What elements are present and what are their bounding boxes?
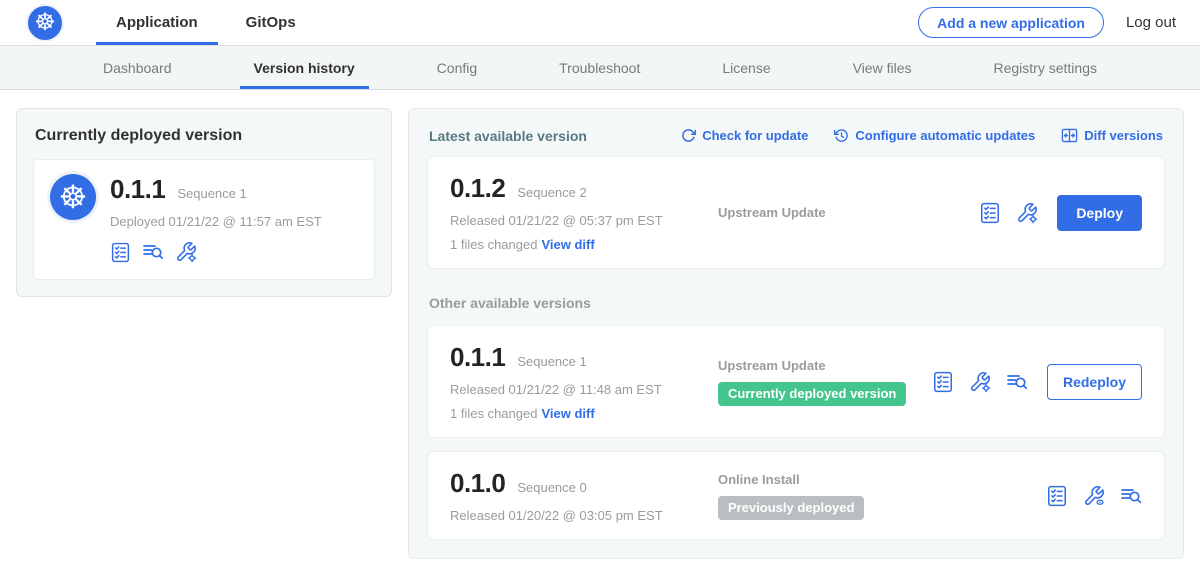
redeploy-button[interactable]: Redeploy	[1047, 364, 1142, 400]
preflight-checklist-icon[interactable]	[110, 242, 131, 263]
currently-deployed-panel: Currently deployed version ☸ 0.1.1 Seque…	[16, 108, 392, 297]
version-number: 0.1.1	[450, 342, 505, 373]
version-source-label: Upstream Update	[718, 358, 912, 373]
add-application-button[interactable]: Add a new application	[918, 7, 1104, 38]
currently-deployed-badge: Currently deployed version	[718, 382, 906, 406]
check-for-update-label: Check for update	[702, 128, 808, 143]
tab-gitops-label: GitOps	[246, 14, 296, 31]
edit-config-wrench-icon[interactable]	[175, 241, 197, 263]
top-bar: ☸ Application GitOps Add a new applicati…	[0, 0, 1200, 46]
subtab-troubleshoot[interactable]: Troubleshoot	[545, 46, 654, 89]
version-card-0-1-1: 0.1.1 Sequence 1 Released 01/21/22 @ 11:…	[427, 325, 1165, 438]
configure-automatic-updates-link[interactable]: Configure automatic updates	[834, 128, 1035, 143]
app-sub-nav: Dashboard Version history Config Trouble…	[0, 46, 1200, 90]
diff-versions-link[interactable]: Diff versions	[1061, 127, 1163, 144]
tab-application-label: Application	[116, 14, 198, 31]
available-versions-panel: Latest available version Check for updat…	[408, 108, 1184, 559]
version-number: 0.1.2	[450, 173, 505, 204]
deploy-button[interactable]: Deploy	[1057, 195, 1142, 231]
version-sequence: Sequence 0	[517, 480, 586, 495]
latest-available-title: Latest available version	[429, 128, 587, 144]
released-timestamp: Released 01/20/22 @ 03:05 pm EST	[450, 508, 718, 523]
update-schedule-icon	[834, 128, 849, 143]
logout-link[interactable]: Log out	[1126, 14, 1176, 31]
previously-deployed-badge: Previously deployed	[718, 496, 864, 520]
preflight-checklist-icon[interactable]	[1046, 485, 1068, 507]
deployed-timestamp: Deployed 01/21/22 @ 11:57 am EST	[110, 214, 322, 229]
view-logs-icon[interactable]	[1006, 371, 1028, 393]
files-changed-label: 1 files changed	[450, 237, 537, 252]
configure-automatic-updates-label: Configure automatic updates	[855, 128, 1035, 143]
version-card-0-1-2: 0.1.2 Sequence 2 Released 01/21/22 @ 05:…	[427, 156, 1165, 269]
preflight-checklist-icon[interactable]	[979, 202, 1001, 224]
app-icon: ☸	[50, 174, 96, 220]
check-for-update-link[interactable]: Check for update	[681, 128, 808, 143]
released-timestamp: Released 01/21/22 @ 05:37 pm EST	[450, 213, 718, 228]
edit-config-wrench-icon[interactable]	[1016, 202, 1038, 224]
diff-icon	[1061, 127, 1078, 144]
version-sequence: Sequence 2	[517, 185, 586, 200]
released-timestamp: Released 01/21/22 @ 11:48 am EST	[450, 382, 718, 397]
currently-deployed-title: Currently deployed version	[35, 127, 375, 145]
subtab-config[interactable]: Config	[423, 46, 491, 89]
view-logs-icon[interactable]	[142, 241, 164, 263]
refresh-icon	[681, 128, 696, 143]
preflight-checklist-icon[interactable]	[932, 371, 954, 393]
version-history-page: Currently deployed version ☸ 0.1.1 Seque…	[0, 90, 1200, 564]
tab-application[interactable]: Application	[96, 0, 218, 45]
subtab-version-history[interactable]: Version history	[240, 46, 369, 89]
top-nav: Application GitOps	[96, 0, 316, 45]
files-changed-label: 1 files changed	[450, 406, 537, 421]
version-card-0-1-0: 0.1.0 Sequence 0 Released 01/20/22 @ 03:…	[427, 451, 1165, 540]
kubernetes-logo-icon: ☸	[28, 6, 62, 40]
subtab-view-files[interactable]: View files	[839, 46, 926, 89]
view-diff-link[interactable]: View diff	[541, 406, 594, 421]
app-logo: ☸	[28, 0, 62, 45]
deployed-version-number: 0.1.1	[110, 174, 165, 205]
tab-gitops[interactable]: GitOps	[226, 0, 316, 45]
edit-config-wrench-icon[interactable]	[969, 371, 991, 393]
view-logs-icon[interactable]	[1120, 485, 1142, 507]
subtab-license[interactable]: License	[708, 46, 784, 89]
deployed-version-card: ☸ 0.1.1 Sequence 1 Deployed 01/21/22 @ 1…	[33, 159, 375, 280]
version-source-label: Online Install	[718, 472, 1026, 487]
diff-versions-label: Diff versions	[1084, 128, 1163, 143]
view-config-wrench-icon[interactable]	[1083, 485, 1105, 507]
deployed-sequence: Sequence 1	[177, 186, 246, 201]
other-available-versions-title: Other available versions	[429, 295, 1163, 311]
view-diff-link[interactable]: View diff	[541, 237, 594, 252]
subtab-registry-settings[interactable]: Registry settings	[980, 46, 1111, 89]
subtab-dashboard[interactable]: Dashboard	[89, 46, 186, 89]
version-source-label: Upstream Update	[718, 205, 959, 220]
version-number: 0.1.0	[450, 468, 505, 499]
version-sequence: Sequence 1	[517, 354, 586, 369]
